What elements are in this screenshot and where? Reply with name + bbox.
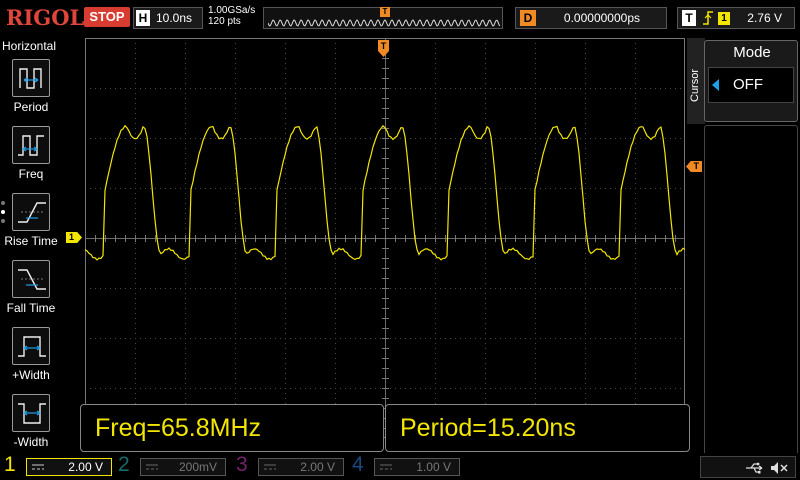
- channel-number: 1: [4, 453, 16, 476]
- menu-item-freq[interactable]: Freq: [0, 126, 62, 190]
- dc-coupling-icon: [380, 464, 392, 470]
- cursor-mode-value-box: OFF: [708, 67, 794, 103]
- channel-2-status[interactable]: 2 200mV: [118, 453, 228, 478]
- dc-coupling-icon: [146, 464, 158, 470]
- channel-4-panel: 1.00 V: [374, 458, 460, 476]
- brand-logo: RIGOL: [6, 5, 85, 30]
- dc-coupling-icon: [264, 464, 276, 470]
- delay-tag: D: [520, 10, 536, 26]
- timebase-value: 10.0ns: [156, 11, 193, 25]
- trigger-tag: T: [682, 10, 696, 26]
- dc-coupling-icon: [32, 464, 44, 470]
- delay-box[interactable]: D 0.00000000ps: [515, 7, 667, 29]
- menu-item-label: Rise Time: [4, 234, 58, 248]
- menu-item-period[interactable]: Period: [0, 59, 62, 123]
- freq-measurement: Freq=65.8MHz: [80, 404, 384, 452]
- channel-3-status[interactable]: 3 2.00 V: [236, 453, 346, 478]
- ch1-offset-marker[interactable]: 1: [66, 232, 82, 243]
- fall-time-icon: [12, 260, 50, 298]
- channel-number: 3: [236, 453, 248, 476]
- top-status-bar: RIGOL STOP H 10.0ns 1.00GSa/s 120 pts T …: [0, 0, 800, 36]
- channel-number: 2: [118, 453, 130, 476]
- channel-status-bar: 1 2.00 V 2 200mV 3 2.00 V 4 1.00 V: [0, 453, 800, 480]
- run-stop-indicator[interactable]: STOP: [84, 7, 130, 27]
- menu-item-neg-width[interactable]: -Width: [0, 394, 62, 458]
- cursor-tab[interactable]: Cursor: [687, 38, 705, 124]
- channel-1-status[interactable]: 1 2.00 V: [4, 453, 114, 478]
- trigger-box[interactable]: T 1 2.76 V: [677, 7, 795, 29]
- sample-info: 1.00GSa/s 120 pts: [208, 5, 255, 27]
- period-icon: [12, 59, 50, 97]
- cursor-mode-title: Mode: [733, 44, 771, 61]
- neg-width-icon: [12, 394, 50, 432]
- graticule-and-trace: [85, 38, 685, 438]
- trigger-position-label: T: [381, 41, 387, 51]
- menu-item-label: Period: [13, 100, 49, 114]
- channel-2-panel: 200mV: [140, 458, 226, 476]
- usb-icon: [746, 462, 763, 474]
- menu-item-label: Freq: [18, 167, 44, 181]
- softkey-area: [704, 125, 798, 475]
- menu-item-rise-time[interactable]: Rise Time: [0, 193, 62, 257]
- pos-width-icon: [12, 327, 50, 365]
- cursor-menu: Cursor Mode OFF: [686, 37, 800, 475]
- memory-overview-strip: T: [263, 7, 503, 29]
- horizontal-tag: H: [136, 10, 150, 26]
- menu-title: Horizontal: [2, 39, 57, 53]
- channel-number: 4: [352, 453, 364, 476]
- channel-scale: 1.00 V: [416, 460, 451, 474]
- cursor-mode-softkey[interactable]: Mode OFF: [704, 40, 798, 122]
- measure-menu: Horizontal Period Freq Rise Time Fall Ti…: [0, 37, 62, 453]
- trigger-level-value: 2.76 V: [747, 11, 782, 25]
- horizontal-timebase-box[interactable]: H 10.0ns: [133, 7, 203, 29]
- period-measurement: Period=15.20ns: [385, 404, 690, 452]
- channel-1-panel: 2.00 V: [26, 458, 112, 476]
- rise-time-icon: [12, 193, 50, 231]
- memory-trigger-marker: T: [380, 7, 390, 17]
- channel-4-status[interactable]: 4 1.00 V: [352, 453, 462, 478]
- delay-value: 0.00000000ps: [563, 11, 640, 25]
- waveform-display[interactable]: [85, 38, 685, 438]
- freq-icon: [12, 126, 50, 164]
- menu-item-fall-time[interactable]: Fall Time: [0, 260, 62, 324]
- menu-item-label: +Width: [12, 368, 50, 382]
- sample-rate: 1.00GSa/s: [208, 5, 256, 16]
- cursor-tab-label: Cursor: [689, 68, 701, 102]
- channel-scale: 200mV: [178, 460, 217, 474]
- trigger-source-badge: 1: [718, 12, 730, 25]
- channel-scale: 2.00 V: [300, 460, 335, 474]
- mute-icon[interactable]: [769, 460, 789, 476]
- menu-item-label: -Width: [13, 435, 49, 449]
- system-status-area: [700, 456, 796, 478]
- memory-points: 120 pts: [208, 16, 241, 27]
- blue-arrow-icon: [712, 79, 719, 91]
- rising-edge-icon: [702, 9, 714, 30]
- menu-item-label: Fall Time: [6, 301, 56, 315]
- memory-waveform-preview: [268, 19, 500, 27]
- graticule-grid: [85, 38, 685, 438]
- trigger-position-marker: T: [378, 40, 389, 57]
- cursor-mode-value: OFF: [733, 76, 763, 93]
- channel-3-panel: 2.00 V: [258, 458, 344, 476]
- menu-item-pos-width[interactable]: +Width: [0, 327, 62, 391]
- channel-scale: 2.00 V: [68, 460, 103, 474]
